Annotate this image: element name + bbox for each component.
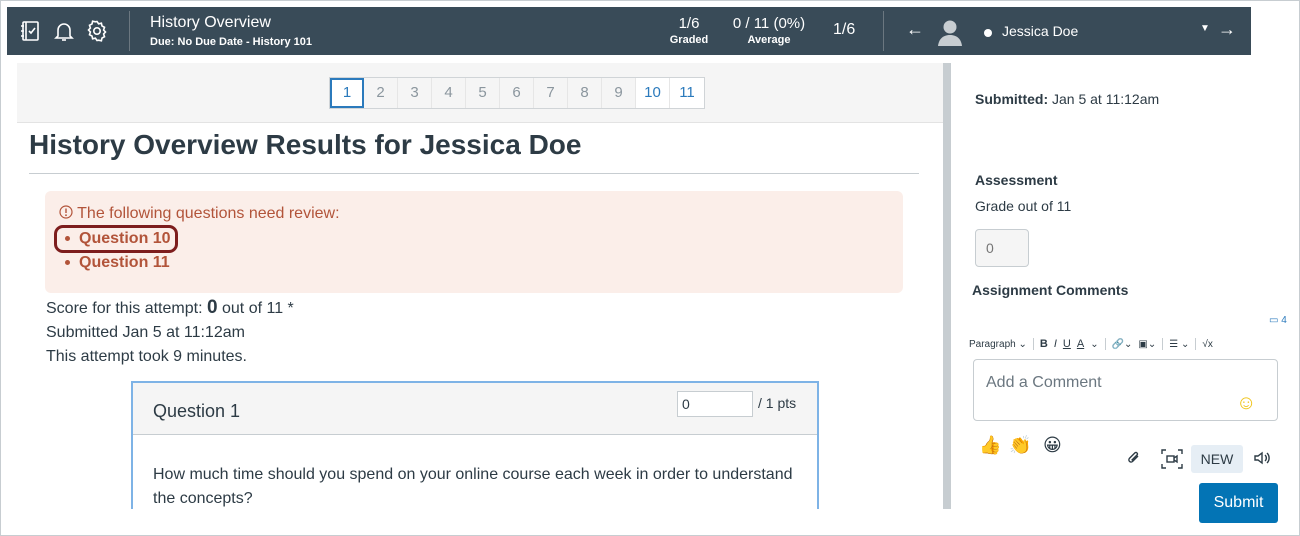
average-label: Average bbox=[747, 34, 791, 46]
duration-text: This attempt took 9 minutes. bbox=[46, 348, 247, 365]
graded-value: 1/6 bbox=[678, 15, 700, 32]
page-link[interactable]: 8 bbox=[568, 78, 602, 108]
divider bbox=[29, 173, 919, 174]
paragraph-dropdown[interactable]: Paragraph ⌄ bbox=[969, 339, 1027, 350]
attempt-score: Score for this attempt: 0 out of 11 * bbox=[46, 297, 294, 319]
submission-preview: 1 2 3 4 5 6 7 8 9 10 11 History Overview… bbox=[7, 63, 943, 509]
bell-icon[interactable] bbox=[52, 19, 76, 43]
submitted-label: Submitted: bbox=[975, 91, 1049, 107]
comment-count-value: 4 bbox=[1281, 315, 1287, 326]
page-link[interactable]: 7 bbox=[534, 78, 568, 108]
avatar-icon bbox=[935, 16, 965, 46]
warning-icon bbox=[59, 205, 77, 222]
question-text: How much time should you spend on your o… bbox=[153, 466, 793, 507]
underline-button[interactable]: U bbox=[1063, 338, 1071, 350]
divider bbox=[883, 11, 884, 51]
grade-label: Grade out of 11 bbox=[975, 198, 1072, 214]
submit-button[interactable]: Submit bbox=[1199, 483, 1278, 523]
comment-icon: ▭ bbox=[1269, 315, 1279, 326]
page-link[interactable]: 3 bbox=[398, 78, 432, 108]
paragraph-label: Paragraph bbox=[969, 338, 1016, 350]
alert-heading: The following questions need review: bbox=[59, 205, 340, 223]
chevron-down-icon[interactable]: ⌄ bbox=[1090, 339, 1098, 350]
submitted-text: Submitted Jan 5 at 11:12am bbox=[46, 324, 245, 341]
review-item-link[interactable]: Question 10 bbox=[79, 230, 171, 247]
new-badge-button[interactable]: NEW bbox=[1191, 445, 1243, 473]
graded-stat: 1/6 Graded bbox=[669, 15, 709, 46]
attachment-icon[interactable] bbox=[1125, 449, 1143, 472]
comment-placeholder: Add a Comment bbox=[986, 374, 1102, 391]
review-item[interactable]: Question 10 bbox=[65, 230, 171, 248]
points-total: / 1 pts bbox=[758, 395, 797, 411]
chevron-down-icon[interactable]: ▼ bbox=[1200, 23, 1210, 34]
grading-panel: Submitted: Jan 5 at 11:12am Assessment G… bbox=[951, 63, 1291, 533]
average-value: 0 / 11 (0%) bbox=[732, 15, 806, 32]
score-value: 0 bbox=[206, 297, 218, 318]
question-title: Question 1 bbox=[153, 401, 241, 421]
submitted-info: Submitted: Jan 5 at 11:12am bbox=[975, 91, 1159, 107]
editor-toolbar: Paragraph ⌄ B I U A ⌄ 🔗⌄ ▣⌄ ☰ ⌄ √x bbox=[969, 335, 1281, 353]
points-input[interactable] bbox=[677, 391, 753, 417]
average-stat: 0 / 11 (0%) Average bbox=[727, 15, 811, 46]
assessment-heading: Assessment bbox=[975, 172, 1058, 188]
smile-icon[interactable]: 😀 bbox=[1043, 435, 1062, 456]
speedgrader-window: History Overview Due: No Due Date - Hist… bbox=[0, 0, 1300, 536]
page-link[interactable]: 4 bbox=[432, 78, 466, 108]
link-icon[interactable]: 🔗⌄ bbox=[1112, 339, 1133, 350]
alert-heading-text: The following questions need review: bbox=[77, 205, 340, 222]
top-bar: History Overview Due: No Due Date - Hist… bbox=[7, 7, 1251, 55]
status-dot bbox=[984, 29, 992, 37]
italic-button[interactable]: I bbox=[1054, 338, 1057, 350]
gear-icon[interactable] bbox=[85, 19, 109, 43]
grade-input[interactable] bbox=[975, 229, 1029, 267]
page-link[interactable]: 9 bbox=[602, 78, 636, 108]
speaker-icon[interactable] bbox=[1253, 449, 1271, 472]
student-index: 1/6 bbox=[833, 21, 856, 38]
list-icon[interactable]: ☰ ⌄ bbox=[1169, 339, 1189, 350]
question-pager-bar: 1 2 3 4 5 6 7 8 9 10 11 bbox=[17, 63, 943, 123]
bold-button[interactable]: B bbox=[1040, 338, 1048, 350]
review-item[interactable]: Question 11 bbox=[65, 254, 170, 272]
comments-heading: Assignment Comments bbox=[972, 282, 1129, 298]
comment-count[interactable]: ▭ 4 bbox=[1269, 315, 1287, 326]
equation-icon[interactable]: √x bbox=[1202, 339, 1213, 350]
student-selector[interactable]: Jessica Doe bbox=[1002, 23, 1078, 39]
page-link[interactable]: 6 bbox=[500, 78, 534, 108]
review-item-link[interactable]: Question 11 bbox=[79, 254, 170, 271]
comment-textarea[interactable]: Add a Comment ☺ bbox=[973, 359, 1278, 421]
question-header: Question 1 / 1 pts bbox=[133, 383, 817, 435]
thumbs-up-icon[interactable]: 👍 bbox=[979, 435, 1001, 456]
gradebook-icon[interactable] bbox=[19, 19, 43, 43]
media-record-icon[interactable] bbox=[1161, 449, 1183, 474]
assignment-title[interactable]: History Overview bbox=[150, 14, 271, 32]
page-title: History Overview Results for Jessica Doe bbox=[29, 129, 582, 160]
submitted-value: Jan 5 at 11:12am bbox=[1052, 91, 1160, 107]
score-suffix: out of 11 * bbox=[222, 300, 294, 317]
divider bbox=[129, 11, 130, 51]
score-label: Score for this attempt: bbox=[46, 300, 203, 317]
review-alert: The following questions need review: Que… bbox=[45, 191, 903, 293]
pane-resize-handle[interactable] bbox=[943, 63, 951, 509]
page-link[interactable]: 2 bbox=[364, 78, 398, 108]
image-icon[interactable]: ▣⌄ bbox=[1138, 339, 1156, 350]
page-link[interactable]: 1 bbox=[330, 78, 364, 108]
question-pager: 1 2 3 4 5 6 7 8 9 10 11 bbox=[329, 77, 705, 109]
page-link[interactable]: 10 bbox=[636, 78, 670, 108]
question-card: Question 1 / 1 pts How much time should … bbox=[131, 381, 819, 509]
assignment-subtitle: Due: No Due Date - History 101 bbox=[150, 36, 312, 48]
arrow-right-icon[interactable]: → bbox=[1218, 19, 1236, 40]
emoji-picker-icon[interactable]: ☺ bbox=[1236, 392, 1256, 415]
page-link[interactable]: 11 bbox=[670, 78, 704, 108]
clapping-icon[interactable]: 👏 bbox=[1009, 435, 1031, 456]
arrow-left-icon[interactable]: ← bbox=[906, 19, 924, 40]
page-link[interactable]: 5 bbox=[466, 78, 500, 108]
graded-label: Graded bbox=[669, 34, 709, 46]
text-color-button[interactable]: A bbox=[1077, 338, 1084, 350]
